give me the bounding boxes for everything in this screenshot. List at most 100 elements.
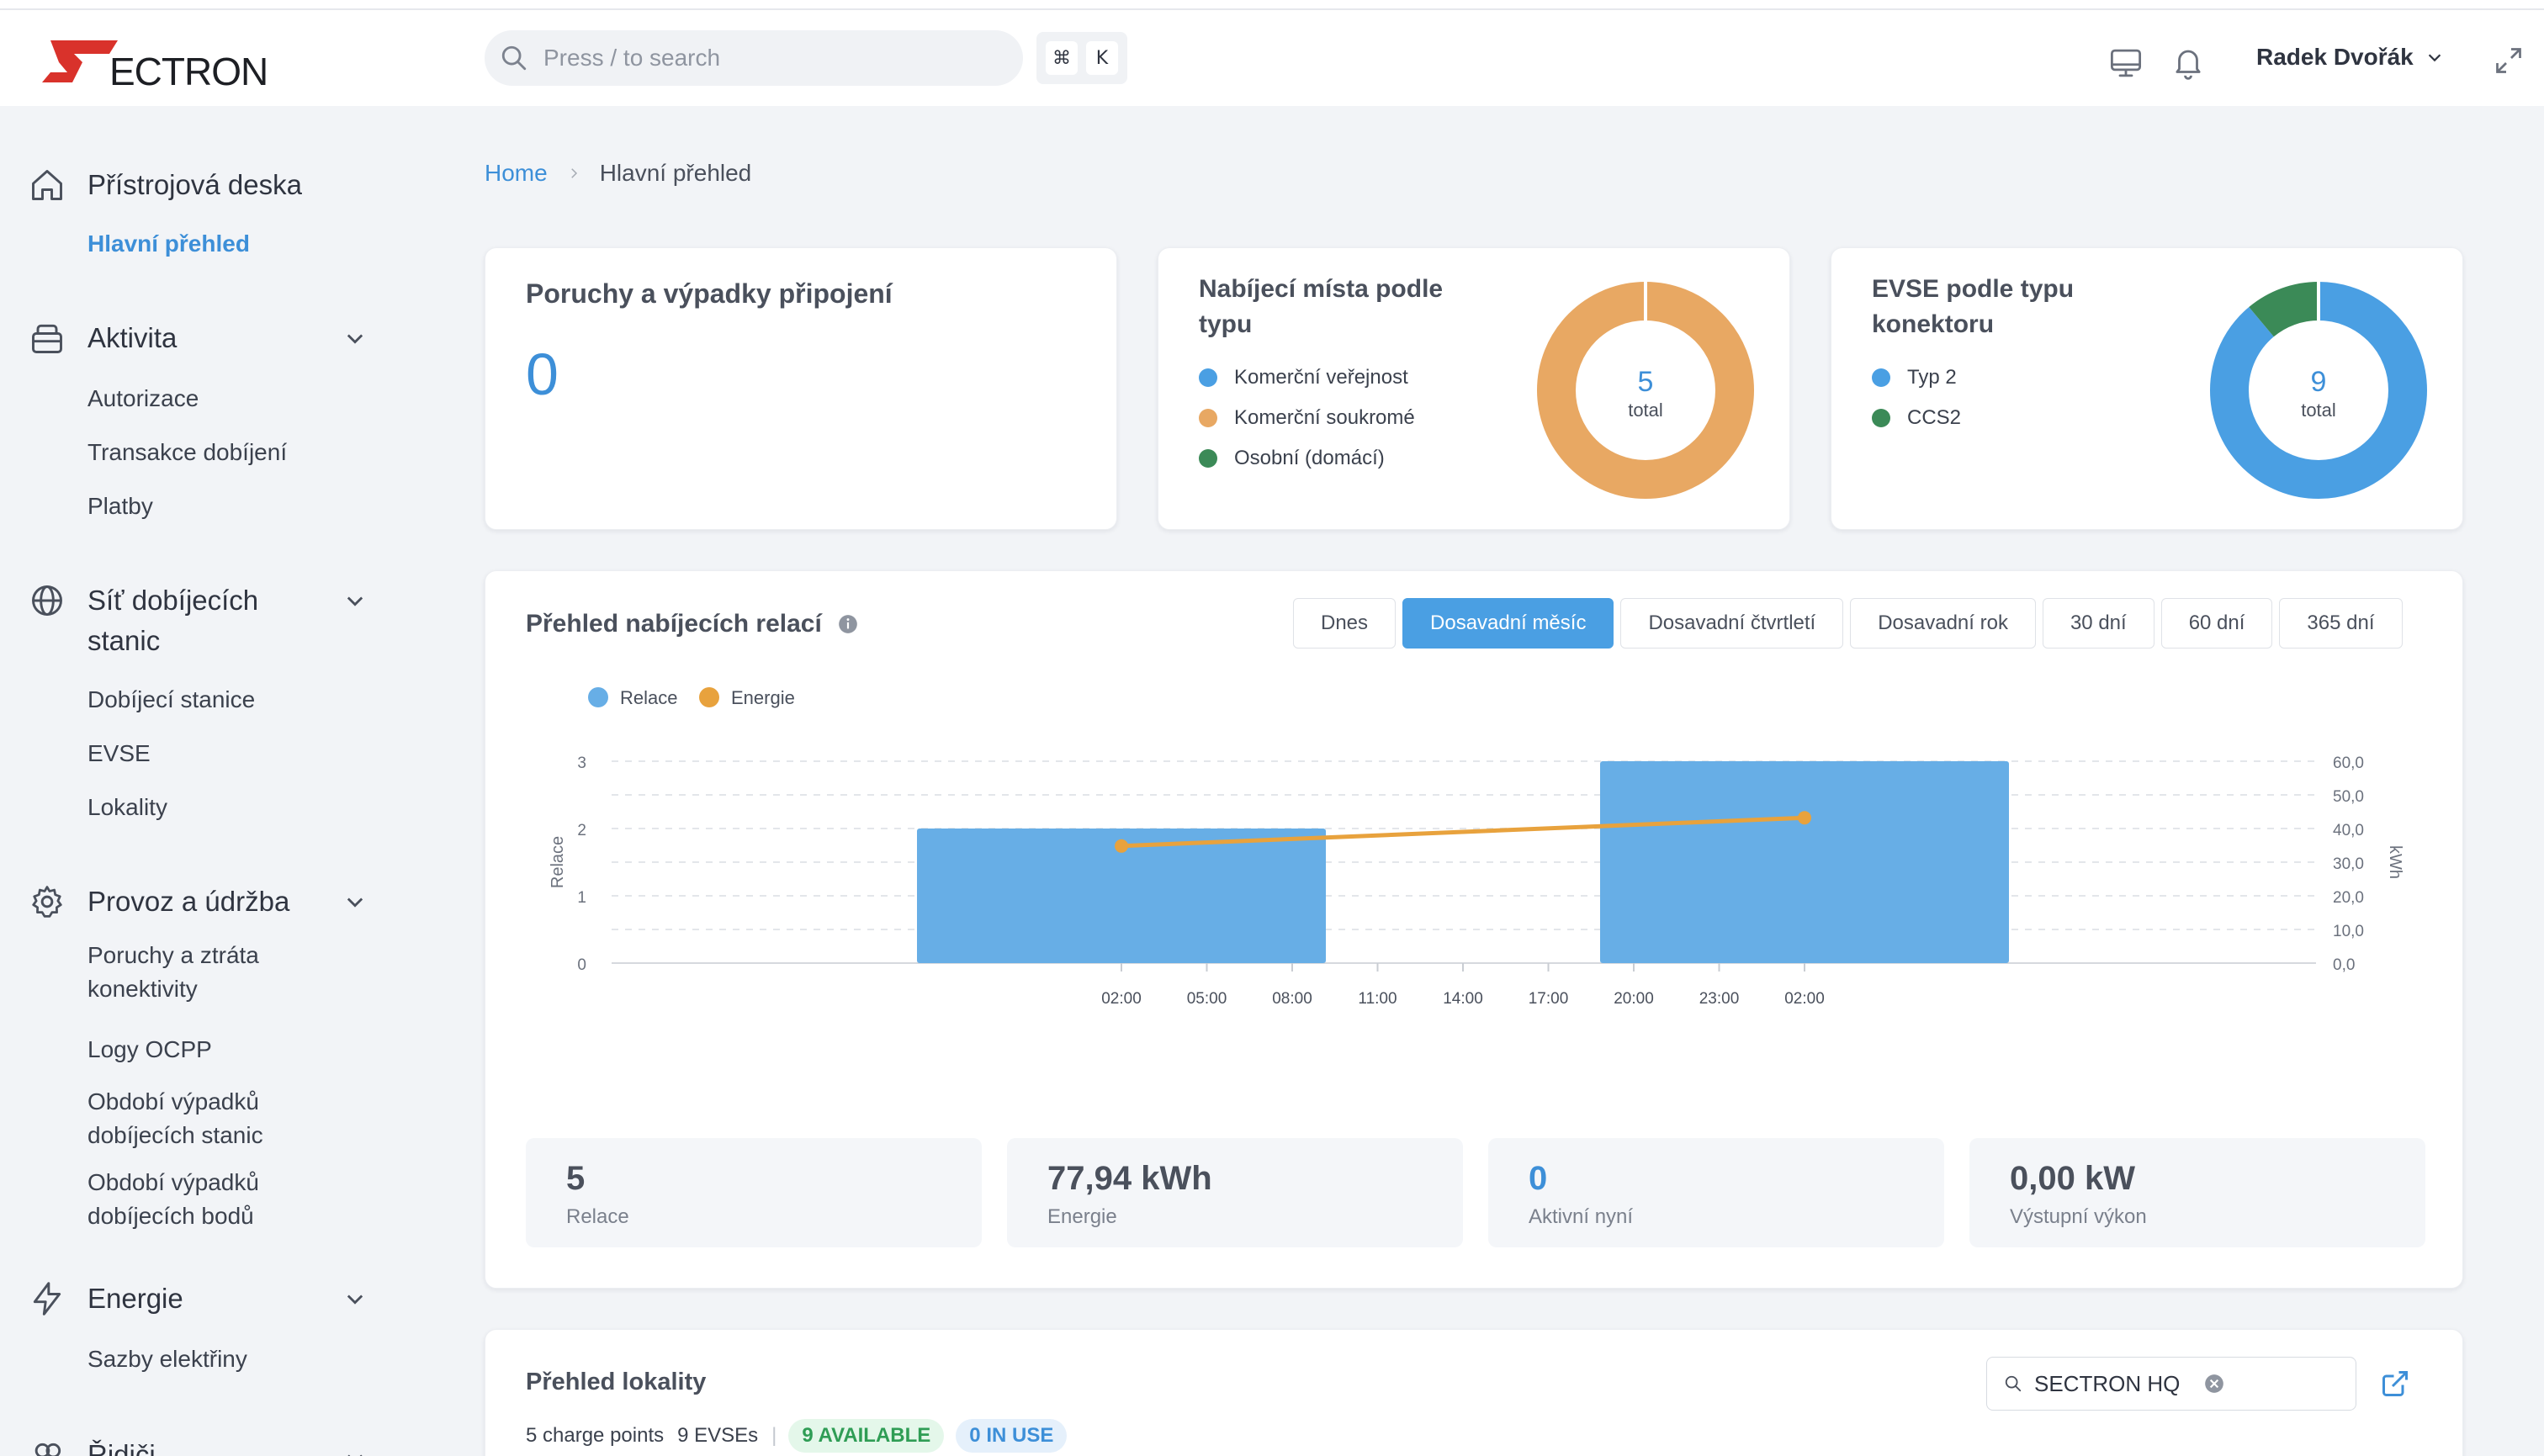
nav-energy-label: Energie [87, 1283, 183, 1314]
x-tick-label: 20:00 [1614, 990, 1654, 1008]
legend-item: Komerční soukromé [1199, 406, 1415, 430]
user-menu[interactable]: Radek Dvořák [2256, 44, 2444, 71]
bell-icon[interactable] [2170, 45, 2206, 81]
logo[interactable]: ECTRON [42, 34, 268, 93]
evse-by-connector-card: EVSE podle typu konektoru Typ 2 CCS2 9 t… [1831, 247, 2463, 530]
range-today[interactable]: Dnes [1293, 598, 1397, 649]
nav-item-faults[interactable]: Poruchy a ztráta konektivity [87, 939, 259, 1006]
nav-item-station-outages[interactable]: Období výpadků dobíjecích stanic [87, 1085, 263, 1152]
range-year-to-date[interactable]: Dosavadní rok [1850, 598, 2036, 649]
legend-dot [1199, 449, 1217, 468]
sessions-chart: Relace Energie 0,0 10,0 20,0 30,0 40,0 50,0 60,0… [549, 687, 2404, 1008]
nav-item-point-outages-line1: Období výpadků [87, 1169, 259, 1195]
nav-item-locations[interactable]: Lokality [87, 791, 167, 824]
external-link-icon[interactable] [2380, 1369, 2410, 1399]
legend-dot-energie [699, 687, 719, 707]
x-tick-label: 08:00 [1272, 990, 1312, 1008]
legend-dot-relace [588, 687, 608, 707]
kbd-k: K [1086, 41, 1118, 75]
connector-donut-chart: 9 total [2210, 282, 2427, 499]
breadcrumb: Home Hlavní přehled [485, 160, 751, 187]
nav-item-charging-transactions[interactable]: Transakce dobíjení [87, 436, 287, 469]
kbd-cmd: ⌘ [1046, 41, 1078, 75]
charge-points-by-type-card: Nabíjecí místa podle typu Komerční veřej… [1158, 247, 1790, 530]
stat-label: Energie [1047, 1205, 1117, 1228]
chevron-down-icon [347, 1295, 363, 1305]
bar [1600, 761, 2009, 963]
y-tick-label: 3 [577, 754, 586, 772]
user-name: Radek Dvořák [2256, 44, 2414, 70]
y2-tick-label: 40,0 [2333, 822, 2364, 839]
nav-operations-label: Provoz a údržba [87, 886, 290, 917]
chevron-down-icon [347, 596, 363, 606]
by-type-title-line2: typu [1199, 310, 1253, 338]
y2-tick-label: 20,0 [2333, 889, 2364, 907]
nav-item-evse[interactable]: EVSE [87, 737, 151, 770]
search-input[interactable] [543, 45, 981, 71]
nav-item-point-outages-line2: dobíjecích bodů [87, 1203, 254, 1229]
stat-label: Relace [566, 1205, 629, 1228]
legend-item: CCS2 [1872, 406, 1961, 430]
location-summary: 5 charge points 9 EVSEs | 9 AVAILABLE 0 … [526, 1419, 1068, 1453]
sidebar: Přístrojová deska Hlavní přehled Aktivit… [0, 106, 404, 1456]
legend-dot [1872, 409, 1890, 427]
stat-label: Aktivní nyní [1529, 1205, 1634, 1228]
nav-item-ocpp-logs[interactable]: Logy OCPP [87, 1033, 212, 1067]
range-month-to-date[interactable]: Dosavadní měsíc [1402, 598, 1614, 649]
x-tick-label: 17:00 [1529, 990, 1569, 1008]
energy-point [1115, 839, 1128, 853]
chevron-down-icon [347, 897, 363, 908]
stat-value: 5 [566, 1160, 586, 1197]
charge-points-count: 5 charge points [526, 1424, 665, 1447]
by-connector-title: EVSE podle typu konektoru [1872, 272, 2074, 342]
by-connector-title-line2: konektoru [1872, 310, 1995, 338]
location-search[interactable]: SECTRON HQ [1986, 1357, 2356, 1411]
users-icon [34, 1443, 61, 1456]
nav-item-faults-line2: konektivity [87, 976, 198, 1002]
nav-item-charging-stations[interactable]: Dobíjecí stanice [87, 683, 255, 717]
y2-tick-label: 60,0 [2333, 754, 2364, 772]
nav-item-main-overview[interactable]: Hlavní přehled [87, 227, 250, 261]
legend-dot [1872, 368, 1890, 387]
monitor-icon[interactable] [2108, 45, 2144, 81]
range-60-days[interactable]: 60 dní [2160, 598, 2273, 649]
search-bar[interactable] [485, 30, 1023, 86]
search-icon [2005, 1375, 2022, 1392]
nav-item-point-outages[interactable]: Období výpadků dobíjecích bodů [87, 1166, 259, 1233]
range-30-days[interactable]: 30 dní [2042, 598, 2154, 649]
nav-item-electricity-rates[interactable]: Sazby elektřiny [87, 1342, 247, 1376]
chevron-down-icon [2428, 54, 2441, 62]
y2-tick-label: 50,0 [2333, 788, 2364, 806]
y2-tick-label: 0,0 [2333, 956, 2355, 974]
x-tick-label: 11:00 [1358, 990, 1397, 1008]
chevron-down-icon [347, 334, 363, 344]
faults-title: Poruchy a výpadky připojení [526, 278, 893, 309]
range-selector: Dnes Dosavadní měsíc Dosavadní čtvrtletí… [1293, 598, 2403, 649]
y-tick-label: 1 [577, 889, 586, 907]
bolt-icon [33, 1282, 61, 1316]
y-axis-label: Relace [549, 836, 567, 888]
info-icon[interactable] [837, 613, 859, 635]
donut-total-label: total [2301, 400, 2336, 421]
search-shortcut: ⌘ K [1036, 32, 1127, 84]
nav-item-payments[interactable]: Platby [87, 490, 153, 523]
fullscreen-icon[interactable] [2494, 45, 2524, 76]
range-365-days[interactable]: 365 dní [2279, 598, 2403, 649]
stat-active-now: 0 Aktivní nyní [1488, 1138, 1944, 1247]
top-border [0, 0, 2544, 10]
legend-item: Typ 2 [1872, 366, 1957, 389]
stat-label: Výstupní výkon [2010, 1205, 2147, 1228]
location-search-value: SECTRON HQ [2034, 1370, 2181, 1396]
nav-item-authorization[interactable]: Autorizace [87, 382, 199, 416]
location-title: Přehled lokality [526, 1369, 707, 1395]
by-type-title: Nabíjecí místa podle typu [1199, 272, 1443, 342]
evses-count: 9 EVSEs [677, 1424, 759, 1447]
energy-point [1798, 811, 1811, 825]
range-quarter-to-date[interactable]: Dosavadní čtvrtletí [1620, 598, 1844, 649]
chevron-down-icon [347, 1454, 363, 1456]
legend-dot [1199, 368, 1217, 387]
clear-icon[interactable] [2203, 1373, 2225, 1395]
bag-icon [32, 324, 62, 353]
legend-label-energie: Energie [731, 687, 795, 708]
breadcrumb-home[interactable]: Home [485, 160, 548, 187]
